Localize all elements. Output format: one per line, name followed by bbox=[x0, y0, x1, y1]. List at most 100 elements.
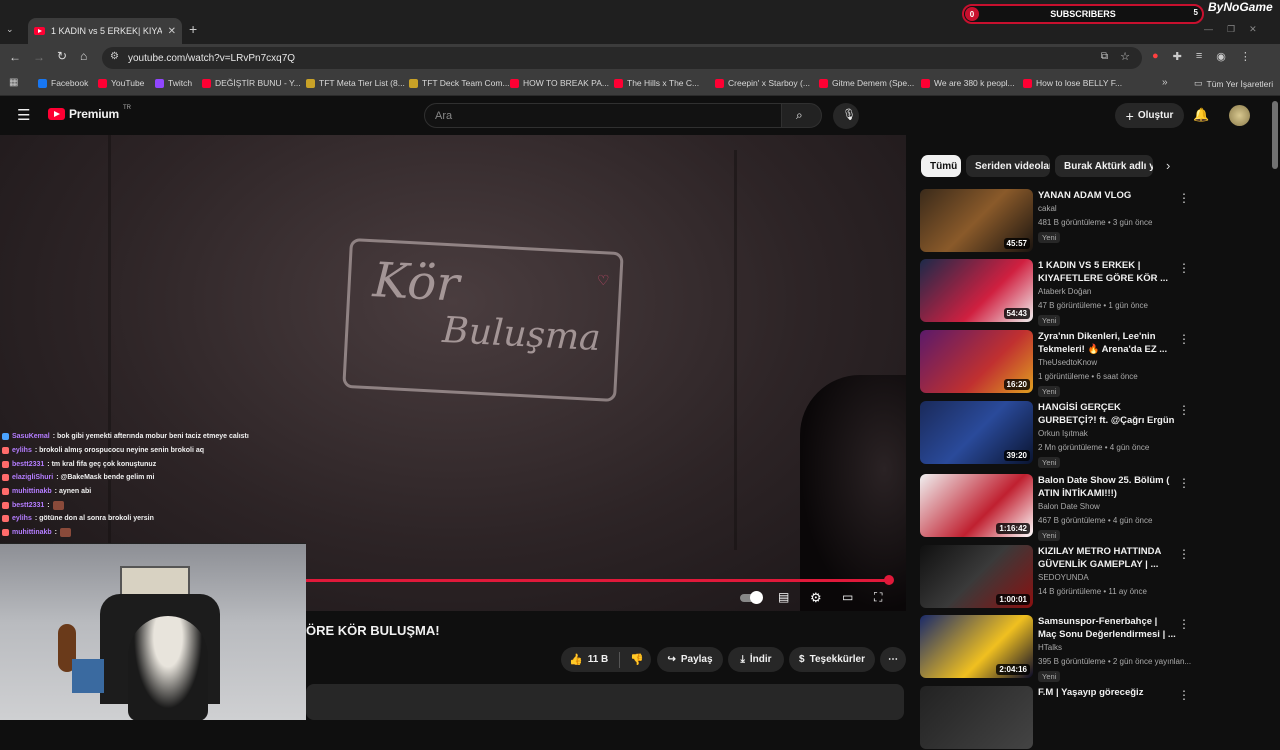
more-options-icon[interactable]: ⋮ bbox=[1178, 403, 1190, 417]
bookmarks-overflow-icon[interactable]: » bbox=[1162, 77, 1168, 88]
recommended-video[interactable]: 45:57 YANAN ADAM VLOG cakal 481 B görüntüle… bbox=[920, 189, 1195, 253]
browser-tab-active[interactable]: 1 KADIN vs 5 ERKEK| KIYAFETLE ✕ bbox=[28, 18, 182, 44]
bookmark-item[interactable]: The Hills x The C... bbox=[614, 78, 699, 88]
recommended-video-title[interactable]: F.M | Yaşayıp göreceğiz bbox=[1038, 686, 1178, 699]
recommended-video-title[interactable]: KIZILAY METRO HATTINDA GÜVENLİK GAMEPLAY… bbox=[1038, 545, 1178, 571]
fullscreen-icon[interactable]: ⛶ bbox=[874, 590, 890, 604]
media-control-icon[interactable]: ≡ bbox=[1196, 50, 1202, 63]
recommended-video-title[interactable]: Balon Date Show 25. Bölüm ( ATIN İNTİKAM… bbox=[1038, 474, 1178, 500]
share-button[interactable]: ↪ Paylaş bbox=[657, 647, 723, 672]
download-button[interactable]: ⤓ İndir bbox=[728, 647, 784, 672]
thumbs-down-icon[interactable]: 👎 bbox=[630, 653, 644, 666]
channel-name[interactable]: Orkun Işıtmak bbox=[1038, 429, 1088, 438]
video-thumbnail[interactable]: 39:20 bbox=[920, 401, 1033, 464]
apps-icon[interactable]: ▦ bbox=[9, 77, 18, 88]
recommended-video-title[interactable]: Samsunspor-Fenerbahçe | Maç Sonu Değerle… bbox=[1038, 615, 1178, 641]
video-thumbnail[interactable]: 2:04:16 bbox=[920, 615, 1033, 678]
tab-search-button[interactable]: ⌄ bbox=[6, 24, 20, 38]
video-player[interactable]: Kör Buluşma ♡ ▤ ⚙ ▭ ⛶ bbox=[0, 135, 906, 611]
notifications-bell-icon[interactable]: 🔔 bbox=[1193, 107, 1209, 123]
bookmark-item[interactable]: DEĞİŞTİR BUNU - Y... bbox=[202, 78, 301, 88]
search-button[interactable]: ⌕ bbox=[781, 103, 822, 128]
chrome-menu-icon[interactable]: ⋮ bbox=[1240, 50, 1251, 63]
recommended-video-title[interactable]: YANAN ADAM VLOG bbox=[1038, 189, 1178, 202]
more-options-icon[interactable]: ⋮ bbox=[1178, 547, 1190, 561]
more-options-icon[interactable]: ⋮ bbox=[1178, 476, 1190, 490]
channel-name[interactable]: SEDOYUNDA bbox=[1038, 573, 1089, 582]
bookmark-item[interactable]: YouTube bbox=[98, 78, 144, 88]
recommended-video[interactable]: F.M | Yaşayıp göreceğiz ⋮ bbox=[920, 686, 1195, 750]
profile-icon[interactable]: ◉ bbox=[1216, 50, 1226, 63]
recommended-video[interactable]: 16:20 Zyra'nın Dikenleri, Lee'nin Tekmele… bbox=[920, 330, 1195, 397]
close-window-icon[interactable]: ✕ bbox=[1249, 24, 1257, 35]
voice-search-button[interactable]: 🎙 bbox=[833, 103, 859, 129]
forward-icon[interactable]: → bbox=[33, 50, 45, 64]
maximize-icon[interactable]: ❐ bbox=[1227, 24, 1235, 35]
video-thumbnail[interactable]: 54:43 bbox=[920, 259, 1033, 322]
install-app-icon[interactable]: ⧉ bbox=[1101, 51, 1108, 62]
avatar[interactable] bbox=[1229, 105, 1250, 126]
channel-name[interactable]: cakal bbox=[1038, 204, 1057, 213]
chip-series[interactable]: Seriden videolar bbox=[966, 155, 1050, 177]
scrollbar-thumb[interactable] bbox=[1272, 101, 1278, 169]
page-scrollbar[interactable] bbox=[1270, 97, 1280, 720]
channel-name[interactable]: Balon Date Show bbox=[1038, 502, 1100, 511]
back-icon[interactable]: ← bbox=[9, 50, 21, 64]
channel-name[interactable]: HTalks bbox=[1038, 643, 1062, 652]
autoplay-toggle[interactable] bbox=[740, 590, 764, 604]
more-options-icon[interactable]: ⋮ bbox=[1178, 688, 1190, 702]
settings-gear-icon[interactable]: ⚙ bbox=[810, 590, 826, 605]
bookmark-item[interactable]: HOW TO BREAK PA... bbox=[510, 78, 609, 88]
tab-close-icon[interactable]: ✕ bbox=[168, 26, 176, 37]
bookmark-item[interactable]: TFT Deck Team Com... bbox=[409, 78, 510, 88]
video-thumbnail[interactable]: 45:57 bbox=[920, 189, 1033, 252]
description-box[interactable] bbox=[306, 684, 904, 720]
bookmark-item[interactable]: Twitch bbox=[155, 78, 192, 88]
youtube-premium-logo[interactable]: Premium TR bbox=[48, 105, 131, 121]
search-input[interactable]: Ara bbox=[424, 103, 782, 128]
video-thumbnail[interactable]: 1:00:01 bbox=[920, 545, 1033, 608]
recommended-video-title[interactable]: Zyra'nın Dikenleri, Lee'nin Tekmeleri! 🔥… bbox=[1038, 330, 1178, 356]
like-button[interactable]: 👍 11 B 👎 bbox=[561, 647, 651, 672]
address-bar[interactable]: ⚙ youtube.com/watch?v=LRvPn7cxq7Q ⧉ ☆ bbox=[102, 47, 1142, 69]
reload-icon[interactable]: ↻ bbox=[57, 49, 67, 63]
thanks-button[interactable]: $ Teşekkürler bbox=[789, 647, 875, 672]
recommended-video[interactable]: 1:00:01 KIZILAY METRO HATTINDA GÜVENLİK G… bbox=[920, 545, 1195, 609]
more-actions-button[interactable]: ⋯ bbox=[880, 647, 906, 672]
bookmark-item[interactable]: Facebook bbox=[38, 78, 88, 88]
recommended-video[interactable]: 1:16:42 Balon Date Show 25. Bölüm ( ATIN … bbox=[920, 474, 1195, 541]
site-info-icon[interactable]: ⚙ bbox=[110, 51, 119, 62]
more-options-icon[interactable]: ⋮ bbox=[1178, 261, 1190, 275]
recommended-video[interactable]: 39:20 HANGİSİ GERÇEK GURBETÇİ?! ft. @Çağr… bbox=[920, 401, 1195, 468]
more-options-icon[interactable]: ⋮ bbox=[1178, 191, 1190, 205]
bookmark-item[interactable]: TFT Meta Tier List (8... bbox=[306, 78, 405, 88]
chip-all[interactable]: Tümü bbox=[921, 155, 961, 177]
recommended-video[interactable]: 54:43 1 KADIN VS 5 ERKEK | KIYAFETLERE GÖ… bbox=[920, 259, 1195, 326]
puzzle-icon[interactable]: ✚ bbox=[1173, 50, 1182, 63]
subtitles-icon[interactable]: ▤ bbox=[778, 590, 794, 604]
chip-uploader[interactable]: Burak Aktürk adlı yük bbox=[1055, 155, 1153, 177]
theater-mode-icon[interactable]: ▭ bbox=[842, 590, 858, 604]
create-button[interactable]: + Oluştur bbox=[1115, 103, 1184, 128]
video-thumbnail[interactable]: 1:16:42 bbox=[920, 474, 1033, 537]
recommended-video-title[interactable]: 1 KADIN VS 5 ERKEK | KIYAFETLERE GÖRE KÖ… bbox=[1038, 259, 1178, 285]
minimize-icon[interactable]: — bbox=[1204, 24, 1213, 35]
more-options-icon[interactable]: ⋮ bbox=[1178, 617, 1190, 631]
chips-next-icon[interactable]: › bbox=[1166, 158, 1170, 173]
bookmark-star-icon[interactable]: ☆ bbox=[1120, 50, 1130, 63]
recommended-video[interactable]: 2:04:16 Samsunspor-Fenerbahçe | Maç Sonu … bbox=[920, 615, 1195, 682]
new-tab-button[interactable]: + bbox=[189, 21, 197, 37]
bookmark-item[interactable]: Creepin' x Starboy (... bbox=[715, 78, 810, 88]
bookmark-item[interactable]: We are 380 k peopl... bbox=[921, 78, 1015, 88]
all-bookmarks-folder[interactable]: ▭ Tüm Yer İşaretleri bbox=[1194, 78, 1273, 89]
bookmark-item[interactable]: How to lose BELLY F... bbox=[1023, 78, 1122, 88]
video-thumbnail[interactable] bbox=[920, 686, 1033, 749]
hamburger-menu-icon[interactable]: ☰ bbox=[17, 106, 30, 124]
video-thumbnail[interactable]: 16:20 bbox=[920, 330, 1033, 393]
recommended-video-title[interactable]: HANGİSİ GERÇEK GURBETÇİ?! ft. @Çağrı Erg… bbox=[1038, 401, 1178, 427]
progress-scrubber[interactable] bbox=[884, 575, 895, 585]
extension-icon[interactable]: ● bbox=[1152, 50, 1159, 63]
channel-name[interactable]: TheUsedtoKnow bbox=[1038, 358, 1097, 367]
more-options-icon[interactable]: ⋮ bbox=[1178, 332, 1190, 346]
bookmark-item[interactable]: Gitme Demem (Spe... bbox=[819, 78, 914, 88]
